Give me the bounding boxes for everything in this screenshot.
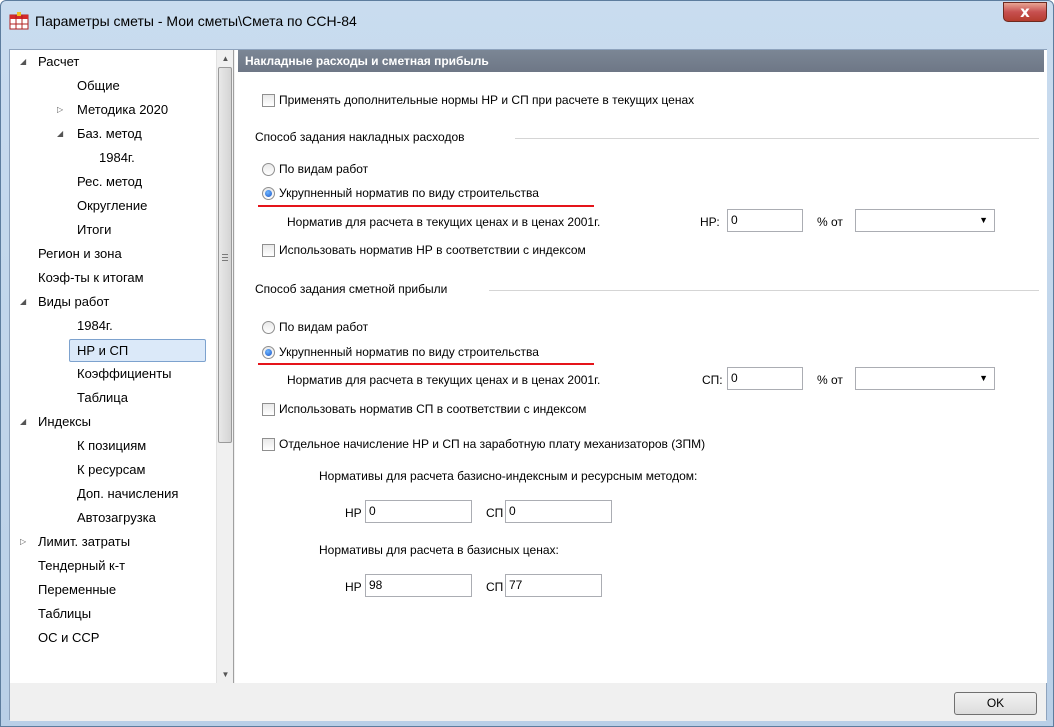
profit-group-label: Способ задания сметной прибыли: [255, 282, 448, 296]
main-panel: Накладные расходы и сметная прибыль Прим…: [235, 50, 1047, 683]
profit-norm-label: Норматив для расчета в текущих ценах и в…: [287, 373, 601, 387]
basis-prices-nr-input[interactable]: 98: [365, 574, 472, 597]
overhead-by-type-radio-row[interactable]: По видам работ: [262, 162, 368, 176]
grip-icon: [222, 254, 228, 261]
basis-index-nr-label: НР: [345, 506, 362, 520]
basis-index-nr-input[interactable]: 0: [365, 500, 472, 523]
scrollbar-thumb[interactable]: [218, 67, 232, 443]
profit-by-type-radio-row[interactable]: По видам работ: [262, 320, 368, 334]
window-title: Параметры сметы - Мои сметы\Смета по ССН…: [35, 13, 357, 29]
overhead-aggregated-radio[interactable]: [262, 187, 275, 200]
settings-tree[interactable]: ◢ Расчет Общие ▷ Методика 2020 ◢ Баз. ме…: [10, 50, 234, 683]
separate-zpm-row[interactable]: Отдельное начисление НР и СП на заработн…: [262, 437, 705, 451]
close-button[interactable]: x: [1003, 2, 1047, 22]
basis-index-sp-label: СП: [486, 506, 504, 520]
tree-item-nr-sp[interactable]: НР и СП: [69, 339, 206, 362]
profit-by-type-radio[interactable]: [262, 321, 275, 334]
profit-field-label: СП:: [702, 373, 723, 387]
basis-prices-sp-label: СП: [486, 580, 504, 594]
overhead-use-index-checkbox[interactable]: [262, 244, 275, 257]
collapsed-arrow-icon[interactable]: ▷: [57, 98, 63, 122]
dialog-footer: OK: [10, 684, 1046, 721]
tree-item-obshie[interactable]: Общие: [77, 74, 120, 98]
basis-prices-sp-input[interactable]: 77: [505, 574, 602, 597]
tree-item-tablica[interactable]: Таблица: [77, 386, 128, 410]
basis-prices-title: Нормативы для расчета в базисных ценах:: [319, 543, 559, 557]
apply-extra-checkbox[interactable]: [262, 94, 275, 107]
scroll-down-arrow-icon[interactable]: ▼: [217, 666, 233, 683]
dialog-client: ◢ Расчет Общие ▷ Методика 2020 ◢ Баз. ме…: [9, 49, 1047, 721]
overhead-percent-label: % от: [817, 215, 843, 229]
app-table-icon: [9, 12, 29, 30]
tree-item-tablicy[interactable]: Таблицы: [38, 602, 91, 626]
overhead-norm-label: Норматив для расчета в текущих ценах и в…: [287, 215, 601, 229]
overhead-by-type-radio[interactable]: [262, 163, 275, 176]
profit-value-input[interactable]: 0: [727, 367, 803, 390]
tree-item-os-ssr[interactable]: ОС и ССР: [38, 626, 99, 650]
title-bar[interactable]: Параметры сметы - Мои сметы\Смета по ССН…: [1, 1, 1053, 41]
scroll-up-arrow-icon[interactable]: ▲: [217, 50, 233, 67]
overhead-field-label: НР:: [700, 215, 720, 229]
ok-button[interactable]: OK: [954, 692, 1037, 715]
group-divider: [515, 138, 1039, 139]
apply-extra-checkbox-row[interactable]: Применять дополнительные нормы НР и СП п…: [262, 93, 694, 107]
tree-item-okruglenie[interactable]: Округление: [77, 194, 147, 218]
profit-aggregated-radio-row[interactable]: Укрупненный норматив по виду строительст…: [262, 345, 539, 359]
tree-item-itogi[interactable]: Итоги: [77, 218, 111, 242]
tree-item-koef-itogam[interactable]: Коэф-ты к итогам: [38, 266, 144, 290]
separate-zpm-checkbox[interactable]: [262, 438, 275, 451]
collapsed-arrow-icon[interactable]: ▷: [20, 530, 26, 554]
overhead-value-input[interactable]: 0: [727, 209, 803, 232]
close-icon: x: [1020, 3, 1030, 21]
expanded-arrow-icon[interactable]: ◢: [20, 50, 26, 74]
overhead-aggregated-radio-row[interactable]: Укрупненный норматив по виду строительст…: [262, 186, 539, 200]
tree-item-peremennye[interactable]: Переменные: [38, 578, 116, 602]
tree-item-k-poziciyam[interactable]: К позициям: [77, 434, 146, 458]
tree-item-res-metod[interactable]: Рес. метод: [77, 170, 142, 194]
tree-item-koefficienty[interactable]: Коэффициенты: [77, 362, 172, 386]
overhead-use-index-row[interactable]: Использовать норматив НР в соответствии …: [262, 243, 586, 257]
basis-index-title: Нормативы для расчета базисно-индексным …: [319, 469, 698, 483]
tree-item-dop-nachisleniya[interactable]: Доп. начисления: [77, 482, 178, 506]
profit-use-index-row[interactable]: Использовать норматив СП в соответствии …: [262, 402, 586, 416]
dropdown-arrow-icon[interactable]: ▼: [979, 210, 988, 231]
basis-prices-nr-label: НР: [345, 580, 362, 594]
profit-aggregated-radio[interactable]: [262, 346, 275, 359]
basis-index-sp-input[interactable]: 0: [505, 500, 612, 523]
profit-percent-of-select[interactable]: ▼: [855, 367, 995, 390]
tree-item-tendernyi[interactable]: Тендерный к-т: [38, 554, 125, 578]
profit-percent-label: % от: [817, 373, 843, 387]
tree-item-region[interactable]: Регион и зона: [38, 242, 122, 266]
group-divider: [489, 290, 1039, 291]
expanded-arrow-icon[interactable]: ◢: [57, 122, 63, 146]
panel-header: Накладные расходы и сметная прибыль: [238, 50, 1044, 72]
tree-item-1984-baz[interactable]: 1984г.: [99, 146, 135, 170]
expanded-arrow-icon[interactable]: ◢: [20, 290, 26, 314]
dropdown-arrow-icon[interactable]: ▼: [979, 368, 988, 389]
sidebar-scrollbar[interactable]: ▲ ▼: [216, 50, 233, 683]
overhead-group-label: Способ задания накладных расходов: [255, 130, 465, 144]
profit-use-index-checkbox[interactable]: [262, 403, 275, 416]
tree-item-avtozagruzka[interactable]: Автозагрузка: [77, 506, 156, 530]
tree-item-k-resursam[interactable]: К ресурсам: [77, 458, 145, 482]
overhead-percent-of-select[interactable]: ▼: [855, 209, 995, 232]
dialog-window: Параметры сметы - Мои сметы\Смета по ССН…: [0, 0, 1054, 727]
red-underline-annotation: [258, 363, 594, 365]
red-underline-annotation: [258, 205, 594, 207]
tree-item-1984-vidy[interactable]: 1984г.: [77, 314, 113, 338]
expanded-arrow-icon[interactable]: ◢: [20, 410, 26, 434]
